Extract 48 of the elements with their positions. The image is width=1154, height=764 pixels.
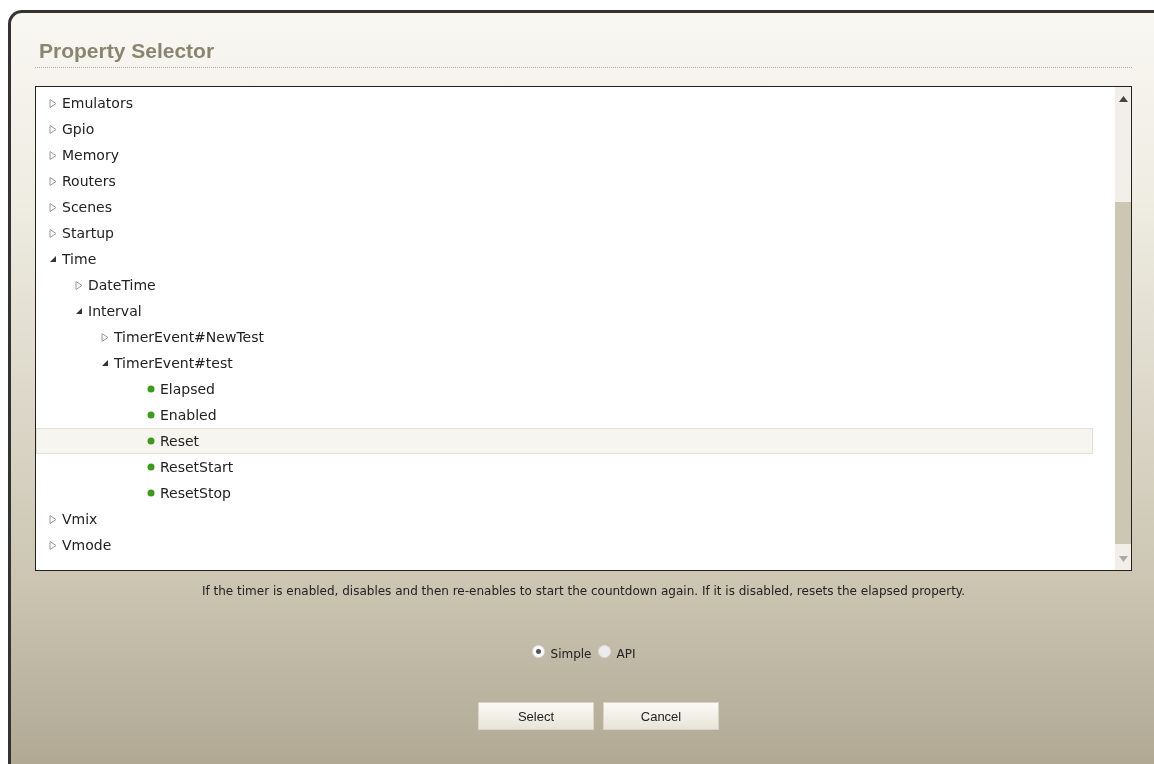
expand-triangle-icon[interactable] bbox=[75, 280, 83, 290]
collapse-triangle-icon[interactable] bbox=[49, 255, 57, 263]
property-description: If the timer is enabled, disables and then re-enables to start the countdown again. If it is disabled, resets the elapsed property. bbox=[200, 584, 967, 598]
expand-triangle-icon[interactable] bbox=[101, 332, 109, 342]
radio-button[interactable] bbox=[597, 645, 611, 658]
cancel-button[interactable]: Cancel bbox=[603, 702, 719, 730]
tree-item[interactable]: TimerEvent#NewTest bbox=[36, 324, 1093, 350]
tree-item[interactable]: Vmode bbox=[36, 532, 1093, 558]
scroll-up-icon[interactable] bbox=[1118, 96, 1128, 102]
expand-triangle-icon[interactable] bbox=[49, 514, 57, 524]
scroll-thumb[interactable] bbox=[1115, 202, 1131, 544]
tree-item[interactable]: Enabled bbox=[36, 402, 1093, 428]
dot-icon bbox=[147, 489, 155, 497]
tree-item[interactable]: Scenes bbox=[36, 194, 1093, 220]
radio-label[interactable]: API bbox=[616, 646, 636, 661]
select-button[interactable]: Select bbox=[478, 702, 594, 730]
tree-item[interactable]: ResetStart bbox=[36, 454, 1093, 480]
dot-icon bbox=[147, 411, 155, 419]
radio-label[interactable]: Simple bbox=[550, 646, 592, 661]
scroll-down-icon[interactable] bbox=[1118, 556, 1128, 562]
expand-triangle-icon[interactable] bbox=[49, 202, 57, 212]
tree-item[interactable]: DateTime bbox=[36, 272, 1093, 298]
expand-triangle-icon[interactable] bbox=[49, 228, 57, 238]
expand-triangle-icon[interactable] bbox=[49, 98, 57, 108]
dialog-title: Property Selector bbox=[39, 39, 215, 62]
expand-triangle-icon[interactable] bbox=[49, 124, 57, 134]
tree-item[interactable]: Reset bbox=[36, 428, 1093, 454]
tree-item[interactable]: Routers bbox=[36, 168, 1093, 194]
expand-triangle-icon[interactable] bbox=[49, 150, 57, 160]
radio-button[interactable] bbox=[531, 645, 545, 658]
scrollbar[interactable] bbox=[1115, 87, 1131, 570]
tree-item[interactable]: Emulators bbox=[36, 90, 1093, 116]
tree-item[interactable]: Interval bbox=[36, 298, 1093, 324]
tree-item[interactable]: ResetStop bbox=[36, 480, 1093, 506]
tree-item[interactable]: Memory bbox=[36, 142, 1093, 168]
dot-icon bbox=[147, 463, 155, 471]
tree-item[interactable]: Vmix bbox=[36, 506, 1093, 532]
collapse-triangle-icon[interactable] bbox=[75, 307, 83, 315]
collapse-triangle-icon[interactable] bbox=[101, 359, 109, 367]
tree-item[interactable]: TimerEvent#test bbox=[36, 350, 1093, 376]
expand-triangle-icon[interactable] bbox=[49, 540, 57, 550]
tree-item[interactable]: Elapsed bbox=[36, 376, 1093, 402]
tree-item[interactable]: Gpio bbox=[36, 116, 1093, 142]
expand-triangle-icon[interactable] bbox=[49, 176, 57, 186]
tree-item[interactable]: Startup bbox=[36, 220, 1093, 246]
tree-item[interactable]: Time bbox=[36, 246, 1093, 272]
dot-icon bbox=[147, 437, 155, 445]
dot-icon bbox=[147, 385, 155, 393]
